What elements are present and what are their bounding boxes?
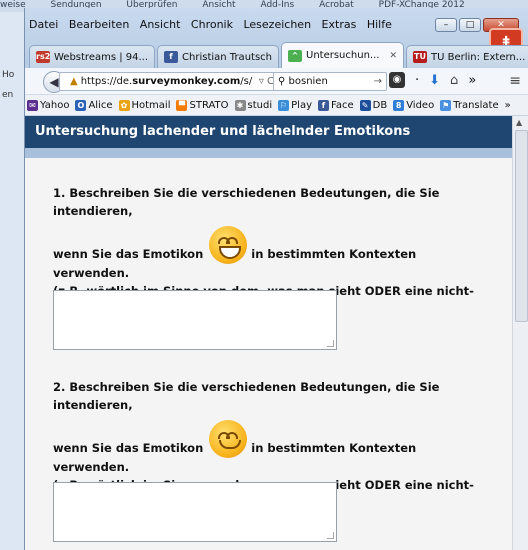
menu-ansicht[interactable]: Ansicht bbox=[140, 18, 181, 31]
search-value: bosnien bbox=[288, 76, 328, 87]
background-app-sidebar: Ho en bbox=[0, 12, 25, 550]
bookmark-face[interactable]: f Face bbox=[318, 99, 354, 111]
bookmark-label: studi bbox=[247, 99, 273, 111]
url-prefix: https://de. bbox=[80, 76, 133, 87]
pocket-icon[interactable]: ◉ bbox=[389, 72, 405, 88]
menu-bearbeiten[interactable]: Bearbeiten bbox=[69, 18, 129, 31]
tab-webstreams[interactable]: rs2 Webstreams | 94... bbox=[29, 45, 156, 68]
play-icon: ⚐ bbox=[278, 99, 290, 111]
bookmark-strato[interactable]: ▀ STRATO bbox=[176, 99, 229, 111]
url-bar[interactable]: ▲ https://de.surveymonkey.com/s/ ▿ C bbox=[59, 72, 279, 91]
translate-icon: ⚑ bbox=[440, 99, 452, 111]
bookmark-label: Face bbox=[331, 99, 354, 111]
bookmark-label: DB bbox=[372, 99, 388, 111]
tab-label: Christian Trautsch bbox=[182, 51, 272, 63]
bg-side-tab: en bbox=[2, 90, 14, 100]
menu-extras[interactable]: Extras bbox=[322, 18, 357, 31]
bookmark-label: STRATO bbox=[189, 99, 229, 111]
bookmark-translate[interactable]: ⚑ Translate bbox=[440, 99, 499, 111]
strato-icon: ▀ bbox=[176, 99, 188, 111]
bookmark-db[interactable]: ✎ DB bbox=[359, 99, 388, 111]
menu-hilfe[interactable]: Hilfe bbox=[367, 18, 392, 31]
tab-strip: rs2 Webstreams | 94... f Christian Traut… bbox=[29, 40, 528, 68]
tab-label: Untersuchun... bbox=[306, 50, 380, 61]
menu-lesezeichen[interactable]: Lesezeichen bbox=[243, 18, 311, 31]
laughing-emoticon-icon bbox=[209, 226, 248, 264]
url-domain: surveymonkey.com bbox=[132, 76, 241, 87]
question-text: wenn Sie das Emotikon bbox=[53, 247, 204, 261]
hotmail-icon: ✿ bbox=[118, 99, 130, 111]
title-bar: Datei Bearbeiten Ansicht Chronik Lesezei… bbox=[25, 8, 528, 68]
answer-1-textarea[interactable] bbox=[53, 290, 337, 350]
tab-label: Webstreams | 94... bbox=[54, 51, 149, 63]
tab-label: TU Berlin: Extern... bbox=[430, 51, 526, 63]
bookmark-label: Translate bbox=[453, 99, 499, 111]
alice-icon: O bbox=[75, 99, 87, 111]
bookmarks-overflow-icon[interactable]: » bbox=[505, 100, 511, 111]
browser-window: Datei Bearbeiten Ansicht Chronik Lesezei… bbox=[24, 8, 528, 550]
hamburger-menu-icon[interactable]: ≡ bbox=[509, 73, 521, 89]
home-icon[interactable]: ⌂ bbox=[450, 73, 458, 88]
tab-survey[interactable]: ^ Untersuchun... ✕ bbox=[281, 42, 404, 68]
bookmark-yahoo[interactable]: ✉ Yahoo bbox=[27, 99, 70, 111]
reload-icon[interactable]: ▿ C bbox=[259, 73, 274, 90]
tab-tu-berlin[interactable]: TU TU Berlin: Extern... bbox=[405, 45, 528, 68]
scrollbar-thumb[interactable] bbox=[515, 130, 528, 322]
bg-menu-item: weise bbox=[0, 0, 26, 10]
menu-bar: Datei Bearbeiten Ansicht Chronik Lesezei… bbox=[29, 18, 399, 34]
page-scrollbar[interactable]: ▲ bbox=[512, 116, 528, 550]
tab-facebook[interactable]: f Christian Trautsch bbox=[157, 45, 279, 68]
bookmark-play[interactable]: ⚐ Play bbox=[278, 99, 312, 111]
bookmark-video[interactable]: 8 Video bbox=[393, 99, 435, 111]
tu-berlin-icon: TU bbox=[412, 51, 427, 63]
warning-icon: ▲ bbox=[70, 76, 78, 87]
minimize-button[interactable]: – bbox=[435, 18, 457, 32]
scroll-up-icon[interactable]: ▲ bbox=[516, 118, 522, 127]
menu-datei[interactable]: Datei bbox=[29, 18, 58, 31]
smiling-emoticon-icon bbox=[209, 420, 248, 458]
navigation-bar: ◀ ▲ https://de.surveymonkey.com/s/ ▿ C ⚲ … bbox=[25, 68, 528, 95]
toolbar-icons: ◉ · ⬇ ⌂ » bbox=[389, 72, 476, 88]
question-text: wenn Sie das Emotikon bbox=[53, 441, 204, 455]
answer-2-textarea[interactable] bbox=[53, 482, 337, 542]
maximize-button[interactable]: □ bbox=[459, 18, 481, 32]
bookmark-label: Play bbox=[291, 99, 312, 111]
bookmark-label: Video bbox=[406, 99, 435, 111]
loading-icon: ^ bbox=[288, 49, 302, 62]
survey-title: Untersuchung lachender und lächelnder Em… bbox=[25, 116, 513, 148]
search-icon: ⚲ bbox=[278, 76, 286, 87]
overflow-icon[interactable]: » bbox=[468, 73, 476, 88]
rs2-icon: rs2 bbox=[36, 51, 51, 63]
bookmark-label: Hotmail bbox=[131, 99, 171, 111]
progress-strip bbox=[25, 148, 513, 158]
url-suffix: /s/ bbox=[240, 76, 253, 87]
bookmark-label: Yahoo bbox=[40, 99, 70, 111]
search-input[interactable]: ⚲ bosnien → bbox=[273, 72, 387, 91]
close-tab-icon[interactable]: ✕ bbox=[389, 51, 397, 61]
bg-side-tab: Ho bbox=[2, 70, 15, 80]
facebook-icon: f bbox=[318, 99, 329, 111]
studi-icon: ✱ bbox=[234, 99, 246, 111]
bookmark-studi[interactable]: ✱ studi bbox=[234, 99, 273, 111]
edit-icon: ✎ bbox=[359, 99, 371, 111]
facebook-icon: f bbox=[164, 51, 179, 63]
search-go-icon[interactable]: → bbox=[374, 73, 382, 90]
survey-page: Untersuchung lachender und lächelnder Em… bbox=[25, 116, 513, 550]
bookmark-alice[interactable]: O Alice bbox=[75, 99, 113, 111]
video-icon: 8 bbox=[393, 99, 405, 111]
question-text: 1. Beschreiben Sie die verschiedenen Bed… bbox=[53, 186, 440, 218]
bookmarks-bar: ✉ Yahoo O Alice ✿ Hotmail ▀ STRATO ✱ studi ⚐ P… bbox=[25, 95, 528, 116]
menu-chronik[interactable]: Chronik bbox=[191, 18, 233, 31]
mail-icon: ✉ bbox=[27, 99, 38, 111]
bookmark-hotmail[interactable]: ✿ Hotmail bbox=[118, 99, 171, 111]
dropdown-icon[interactable]: · bbox=[415, 73, 419, 88]
download-icon[interactable]: ⬇ bbox=[429, 73, 440, 88]
question-text: 2. Beschreiben Sie die verschiedenen Bed… bbox=[53, 380, 440, 412]
bookmark-label: Alice bbox=[88, 99, 113, 111]
